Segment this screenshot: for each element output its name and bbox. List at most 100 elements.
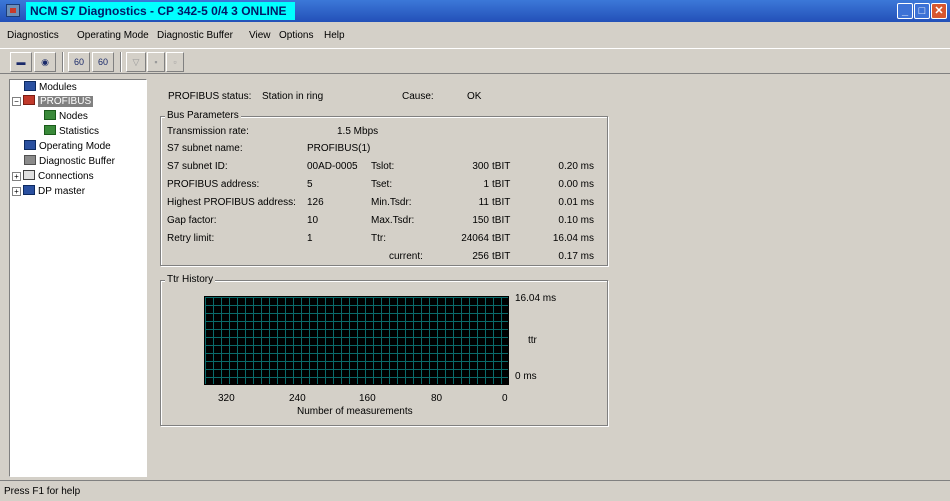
title-bar: NCM S7 Diagnostics - CP 342-5 0/4 3 ONLI… — [0, 0, 950, 22]
highest-address-label: Highest PROFIBUS address: — [167, 197, 296, 208]
min-tsdr-unit: tBIT — [492, 197, 511, 208]
profibus-detail-pane: PROFIBUS status: Station in ring Cause: … — [150, 79, 950, 477]
tree-item-profibus[interactable]: − PROFIBUS — [12, 95, 94, 109]
tslot-unit: tBIT — [492, 161, 511, 172]
tree-item-label: Diagnostic Buffer — [39, 156, 115, 167]
tree-item-label: Nodes — [59, 111, 88, 122]
ttr-axis-label: ttr — [528, 335, 537, 346]
x-tick-label: 320 — [218, 393, 235, 404]
app-icon[interactable] — [6, 4, 20, 17]
toolbar-separator — [120, 52, 122, 72]
cause-value: OK — [467, 91, 482, 102]
tslot-bits: 300 — [472, 161, 489, 172]
maximize-icon[interactable]: □ — [914, 3, 930, 19]
connect-icon[interactable]: ▬ — [10, 52, 32, 72]
dp-master-icon — [23, 185, 35, 195]
expand-icon[interactable]: + — [12, 172, 21, 181]
menu-diagnostic-buffer[interactable]: Diagnostic Buffer — [157, 30, 233, 41]
min-tsdr-label: Min.Tsdr: — [371, 197, 412, 208]
tree-item-label: PROFIBUS — [38, 96, 94, 107]
navigation-tree: Modules − PROFIBUS Nodes Statistics Opera… — [9, 79, 147, 477]
toolbar-separator — [62, 52, 64, 72]
menu-help[interactable]: Help — [324, 30, 345, 41]
ttr-label: Ttr: — [371, 233, 386, 244]
x-tick-label: 0 — [502, 393, 508, 404]
max-tsdr-unit: tBIT — [492, 215, 511, 226]
transmission-rate-value: 1.5 Mbps — [337, 126, 379, 137]
ttr-max-label: 16.04 ms — [515, 293, 557, 304]
tslot-ms: 0.20 ms — [558, 161, 594, 172]
profibus-status-label: PROFIBUS status: — [168, 91, 252, 102]
tset-ms: 0.00 ms — [558, 179, 594, 190]
tree-item-nodes[interactable]: Nodes — [44, 110, 88, 124]
connections-icon — [23, 170, 35, 180]
profibus-status-value: Station in ring — [262, 91, 324, 102]
close-icon[interactable]: ✕ — [931, 3, 947, 19]
x-tick-label: 80 — [431, 393, 443, 404]
tree-item-statistics[interactable]: Statistics — [44, 125, 99, 139]
status-text: Press F1 for help — [4, 486, 81, 497]
ttr-unit: tBIT — [492, 233, 511, 244]
subnet-name-value: PROFIBUS(1) — [307, 143, 371, 154]
min-tsdr-ms: 0.01 ms — [558, 197, 594, 208]
tree-item-label: DP master — [38, 186, 86, 197]
minimize-icon[interactable]: _ — [897, 3, 913, 19]
current-ms: 0.17 ms — [558, 251, 594, 262]
tslot-label: Tslot: — [371, 161, 395, 172]
profibus-address-value: 5 — [307, 179, 313, 190]
ttr-history-title: Ttr History — [165, 274, 216, 285]
tree-item-operating-mode[interactable]: Operating Mode — [24, 140, 111, 154]
tset-unit: tBIT — [492, 179, 511, 190]
unknown-icon[interactable]: ▪ — [147, 52, 165, 72]
subnet-id-value: 00AD-0005 — [307, 161, 358, 172]
print-icon[interactable]: ▫ — [166, 52, 184, 72]
tree-item-label: Connections — [38, 171, 94, 182]
diagnostic-buffer-icon — [24, 155, 36, 165]
current-unit: tBIT — [492, 251, 511, 262]
ttr-ms: 16.04 ms — [552, 233, 594, 244]
current-label: current: — [389, 251, 423, 262]
x-axis-label: Number of measurements — [297, 406, 413, 417]
toolbar: ▬ ◉ 60 60 ▽ ▪ ▫ — [0, 48, 950, 74]
menu-view[interactable]: View — [249, 30, 271, 41]
subnet-name-label: S7 subnet name: — [167, 143, 243, 154]
tset-bits: 1 — [483, 179, 489, 190]
profibus-icon — [23, 95, 35, 105]
stop-icon[interactable]: ◉ — [34, 52, 56, 72]
modules-icon — [24, 81, 36, 91]
statistics-icon — [44, 125, 56, 135]
filter-icon[interactable]: ▽ — [126, 52, 146, 72]
retry-limit-label: Retry limit: — [167, 233, 215, 244]
auto-update-icon[interactable]: 60 — [92, 52, 114, 72]
tset-label: Tset: — [371, 179, 393, 190]
collapse-icon[interactable]: − — [12, 97, 21, 106]
gap-factor-label: Gap factor: — [167, 215, 217, 226]
update-icon[interactable]: 60 — [68, 52, 90, 72]
cause-label: Cause: — [402, 91, 434, 102]
bus-parameters-group: Bus Parameters Transmission rate: 1.5 Mb… — [160, 110, 608, 266]
highest-address-value: 126 — [307, 197, 324, 208]
min-tsdr-bits: 11 — [478, 197, 489, 208]
subnet-id-label: S7 subnet ID: — [167, 161, 228, 172]
ttr-history-plot — [204, 296, 509, 385]
max-tsdr-label: Max.Tsdr: — [371, 215, 415, 226]
tree-item-dp-master[interactable]: + DP master — [12, 185, 85, 199]
ttr-min-label: 0 ms — [515, 371, 537, 382]
tree-item-label: Operating Mode — [39, 141, 111, 152]
tree-item-label: Modules — [39, 82, 77, 93]
window-title: NCM S7 Diagnostics - CP 342-5 0/4 3 ONLI… — [26, 2, 295, 20]
gap-factor-value: 10 — [307, 215, 319, 226]
menu-diagnostics[interactable]: Diagnostics — [7, 30, 59, 41]
tree-item-modules[interactable]: Modules — [24, 81, 77, 95]
menu-options[interactable]: Options — [279, 30, 313, 41]
tree-item-diagnostic-buffer[interactable]: Diagnostic Buffer — [24, 155, 115, 169]
profibus-address-label: PROFIBUS address: — [167, 179, 260, 190]
operating-mode-icon — [24, 140, 36, 150]
expand-icon[interactable]: + — [12, 187, 21, 196]
ttr-bits: 24064 — [461, 233, 489, 244]
bus-parameters-title: Bus Parameters — [165, 110, 241, 121]
max-tsdr-ms: 0.10 ms — [558, 215, 594, 226]
tree-item-connections[interactable]: + Connections — [12, 170, 94, 184]
status-bar: Press F1 for help — [0, 480, 950, 501]
menu-operating-mode[interactable]: Operating Mode — [77, 30, 149, 41]
